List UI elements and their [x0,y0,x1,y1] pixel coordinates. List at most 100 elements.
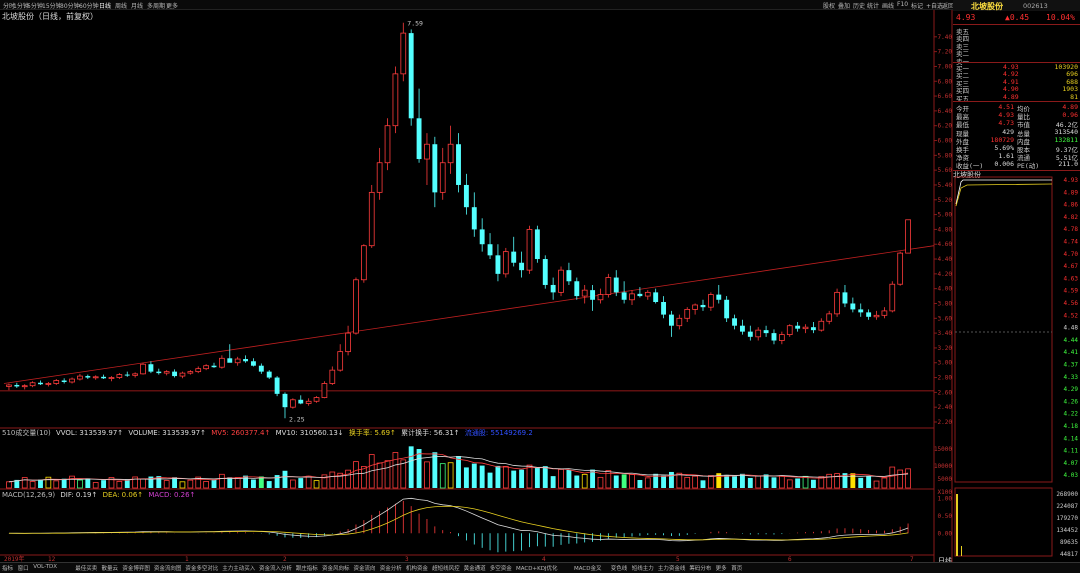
indicator-tab-15[interactable]: 超短线风控 [432,564,460,572]
volume-bar [724,474,730,488]
volume-bar [771,477,777,488]
candle-body [447,143,454,164]
toolbar-action-3[interactable]: 统计 [867,1,879,10]
candle-body [38,382,43,385]
mini-price-axis-tick: 4.48 [1064,325,1079,332]
volume-bar [234,477,241,489]
indicator-tab-12[interactable]: 资金流向 [354,564,376,572]
price-axis-tick: 4.00 [938,286,953,293]
period-tab-8[interactable]: 月线 [131,1,143,10]
toolbar-action-4[interactable]: 画线 [882,1,894,10]
mini-volume-axis-tick: 89635 [1060,539,1078,546]
toolbar-action-1[interactable]: 叠加 [838,1,850,10]
vvol-value: VVOL: 313539.97↑ [55,429,124,437]
indicator-tab-14[interactable]: 机构资金 [406,564,428,572]
period-tab-7[interactable]: 周线 [115,1,127,10]
mini-price-axis-tick: 4.22 [1064,411,1079,418]
toolbar-action-6[interactable]: 标记 [911,1,923,10]
period-tab-6[interactable]: 日线 [99,1,111,10]
period-tab-10[interactable]: 更多 [166,1,178,10]
candle-body [266,371,272,378]
volume-bar [298,478,304,488]
indicator-tab-10[interactable]: 跟庄指标 [296,564,318,572]
indicator-tab-2[interactable]: VOL-TDX [33,564,57,570]
price-axis-tick: 4.40 [938,256,953,263]
candle-body [6,384,12,387]
mini-price-axis-tick: 4.41 [1064,349,1079,356]
indicator-tab-25[interactable]: 首页 [731,564,742,572]
mini-volume-axis-tick: 134452 [1056,527,1078,534]
volume-bar [881,477,888,489]
period-tab-4[interactable]: 30分钟 [60,1,80,10]
toolbar-action-0[interactable]: 股权 [823,1,835,10]
indicator-tab-11[interactable]: 资金风向标 [322,564,350,572]
indicator-tab-8[interactable]: 主力主动买入 [222,564,255,572]
indicator-tab-7[interactable]: 资金多空对比 [185,564,218,572]
quote-stat-row: 最低 4.73 市值 46.2亿 [953,119,1080,129]
candle-body [163,371,170,374]
macd-axis-tick: 0.50 [938,513,953,520]
candle-body [574,281,580,297]
volume-bar [163,480,170,489]
indicator-tab-18[interactable]: MACD+KDJ优化 [516,564,558,572]
macd-axis-tick: 1.00 [938,496,953,503]
volume-bar [447,462,454,489]
indicator-tab-3[interactable]: 最佳买卖 [75,564,97,572]
quote-header: 北坡股份 002613 [953,0,1080,11]
toolbar-action-5[interactable]: F10 [897,1,908,8]
indicator-tab-4[interactable]: 散量云 [102,564,119,572]
volume-bar [92,482,99,489]
quote-stat-row: 净资 1.61 流通 5.51亿 [953,152,1080,162]
indicator-tab-1[interactable]: 窗口 [18,564,29,572]
stock-name: 北坡股份 [971,2,1003,11]
period-tab-5[interactable]: 60分钟 [79,1,99,10]
volume-bar [755,475,762,489]
period-tab-9[interactable]: 多周期 [147,1,165,10]
period-tab-2[interactable]: 5分钟 [27,1,43,10]
indicator-tab-24[interactable]: 更多 [716,564,727,572]
price-axis-tick: 4.80 [938,226,953,233]
indicator-tab-23[interactable]: 筹码分布 [689,564,711,572]
indicator-tab-21[interactable]: 短线主力 [632,564,654,572]
candle-body [471,207,477,230]
candle-body [321,383,328,398]
indicator-tab-16[interactable]: 黄金通道 [464,564,486,572]
period-tab-3[interactable]: 15分钟 [42,1,62,10]
volume-axis-tick: 10000 [934,463,952,470]
volume-bar [38,479,43,488]
kline-chart[interactable]: 7.40 7.20 7.00 6.80 6.60 6.40 6.20 6.00 5.80 5.60… [0,10,953,562]
mini-price-axis-tick: 4.52 [1064,312,1079,319]
volume-bar [116,481,123,489]
indicator-tab-17[interactable]: 多空资金 [490,564,512,572]
volume-bar [77,479,83,489]
current-price: 4.93 [956,13,976,22]
indicator-tab-9[interactable]: 资金流入分析 [259,564,292,572]
indicator-tab-6[interactable]: 资金流向图 [154,564,182,572]
volume-bar [416,449,422,488]
toolbar-action-7[interactable]: +自选 [926,1,943,10]
intraday-mini-chart[interactable]: 4.93 4.89 4.86 4.82 4.78 4.74 4.70 4.67 4.63 4.59… [953,174,1080,562]
volume-bar [534,467,540,488]
volume-bar [219,473,225,489]
candle-body [140,363,146,375]
stat-value: 0.96 [1062,111,1078,120]
mini-price-axis-tick: 4.18 [1064,423,1079,430]
candle-body [384,125,391,164]
indicator-tab-22[interactable]: 主力资金线 [658,564,686,572]
volume-bar [69,475,75,489]
indicator-tab-0[interactable]: 指标 [2,564,13,572]
indicator-tab-20[interactable]: 变色线 [611,564,628,572]
toolbar-action-2[interactable]: 历史 [853,1,865,10]
price-axis-tick: 5.20 [938,197,953,204]
indicator-tab-19[interactable]: MACD金叉 [574,564,602,572]
indicator-tab-13[interactable]: 资金分析 [380,564,402,572]
mini-volume-frame [954,487,1053,557]
candle-body [747,331,753,337]
candle-body [724,299,730,319]
volume-bar [305,475,312,489]
candle-body [69,378,75,383]
volume-bar [795,478,801,488]
indicator-tab-5[interactable]: 资金博弈图 [122,564,150,572]
candle-body [795,325,801,329]
stat-value: 0.006 [994,160,1014,169]
